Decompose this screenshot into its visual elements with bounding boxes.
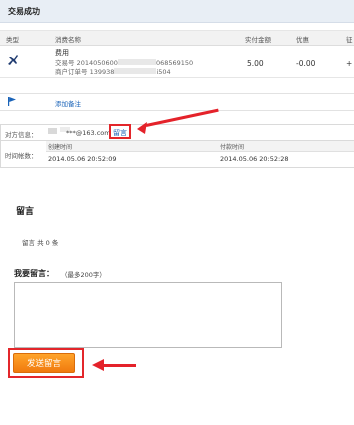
amount-value: 5.00 <box>247 59 264 68</box>
memo-row <box>0 93 354 111</box>
add-memo-link[interactable]: 添加备注 <box>55 98 81 108</box>
time-label: 时间帐数： <box>5 152 38 160</box>
merchant-order-number: 商户订单号 139938 i504 <box>55 68 171 76</box>
extra-value: + <box>346 59 353 68</box>
col-type: 类型 <box>6 36 19 44</box>
comment-limit-hint: （最多200字） <box>61 271 106 279</box>
flag-icon <box>8 97 16 106</box>
col-name: 消费名称 <box>55 36 81 44</box>
page-title: 交易成功 <box>8 7 40 16</box>
col-amount: 实付金额 <box>245 36 271 44</box>
arrow-line-lower <box>103 364 136 367</box>
send-comment-button[interactable]: 发送留言 <box>13 353 75 373</box>
created-header: 创建时间 <box>48 144 73 151</box>
counterparty-email: ***@163.com <box>66 129 111 137</box>
plane-icon <box>8 55 18 65</box>
created-time: 2014.05.06 20:52:09 <box>48 155 117 163</box>
avatar <box>48 128 57 134</box>
paid-time: 2014.05.06 20:52:28 <box>220 155 289 163</box>
paid-header: 付款时间 <box>220 144 245 151</box>
message-link-highlight <box>109 124 131 139</box>
my-comment-label: 我要留言： <box>14 269 54 278</box>
col-discount: 优惠 <box>296 36 309 44</box>
status-header <box>0 0 354 23</box>
comments-title: 留言 <box>16 207 35 217</box>
arrow-head-upper <box>137 122 147 134</box>
counterparty-label: 对方信息： <box>5 131 38 139</box>
discount-value: -0.00 <box>296 59 316 68</box>
col-extra: 征 <box>346 36 353 44</box>
time-header-row <box>46 141 354 152</box>
comment-count: 留言 共 0 条 <box>22 239 59 247</box>
comment-textarea[interactable] <box>14 282 282 348</box>
